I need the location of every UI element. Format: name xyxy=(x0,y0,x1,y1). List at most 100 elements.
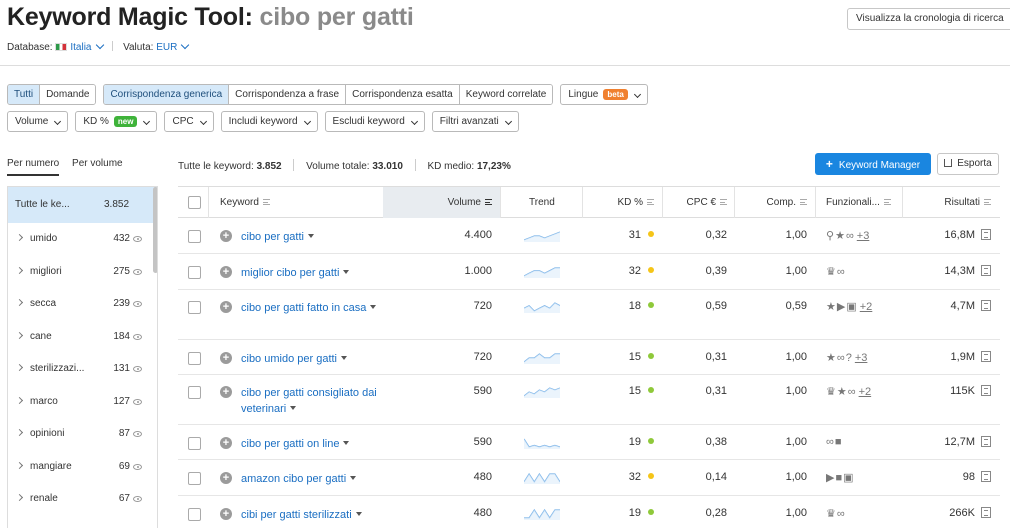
exclude-keywords-dropdown[interactable]: Escludi keyword xyxy=(324,111,425,132)
keyword-link[interactable]: cibo per gatti fatto in casa xyxy=(241,300,391,316)
serp-features[interactable]: ★▶▣ +2 xyxy=(826,300,872,313)
advanced-filters-dropdown[interactable]: Filtri avanzati xyxy=(431,111,519,132)
sidebar-item-secca[interactable]: secca 239 xyxy=(8,288,157,321)
keyword-link[interactable]: cibo per gatti on line xyxy=(241,436,391,452)
column-volume[interactable]: Volume xyxy=(383,187,500,218)
eye-icon[interactable] xyxy=(133,431,142,437)
eye-icon[interactable] xyxy=(133,398,142,405)
broad-match-button[interactable]: Corrispondenza generica xyxy=(104,85,230,104)
row-checkbox[interactable] xyxy=(188,230,201,243)
row-checkbox[interactable] xyxy=(188,301,201,314)
serp-snapshot-icon[interactable] xyxy=(981,436,991,447)
sidebar-item-mangiare[interactable]: mangiare 69 xyxy=(8,451,157,484)
serp-features[interactable]: ★∞? +3 xyxy=(826,351,867,364)
currency-dropdown[interactable]: EUR xyxy=(156,40,190,53)
serp-snapshot-icon[interactable] xyxy=(981,471,991,482)
caret-down-icon[interactable] xyxy=(343,441,350,445)
more-features-link[interactable]: +3 xyxy=(855,352,868,364)
keyword-link[interactable]: cibi per gatti sterilizzati xyxy=(241,507,391,523)
column-cpc[interactable]: CPC € xyxy=(662,187,727,218)
sidebar-scrollbar[interactable] xyxy=(153,187,157,273)
keyword-manager-button[interactable]: + Keyword Manager xyxy=(815,153,931,175)
caret-down-icon[interactable] xyxy=(290,406,297,410)
sidebar-item-sterilizzazi[interactable]: sterilizzazi... 131 xyxy=(8,353,157,386)
column-competition[interactable]: Comp. xyxy=(734,187,807,218)
column-results[interactable]: Risultati xyxy=(902,187,991,218)
include-keywords-dropdown[interactable]: Includi keyword xyxy=(220,111,318,132)
serp-features[interactable]: ♛∞ xyxy=(826,265,846,278)
caret-down-icon[interactable] xyxy=(355,512,362,516)
serp-snapshot-icon[interactable] xyxy=(981,229,991,240)
serp-snapshot-icon[interactable] xyxy=(981,507,991,518)
serp-features[interactable]: ∞■ xyxy=(826,436,843,448)
eye-icon[interactable] xyxy=(133,366,142,372)
add-keyword-icon[interactable]: + xyxy=(220,301,232,313)
cpc-filter-dropdown[interactable]: CPC xyxy=(164,111,214,132)
add-keyword-icon[interactable]: + xyxy=(220,437,232,449)
serp-features[interactable]: ⚲★∞ +3 xyxy=(826,229,869,242)
add-keyword-icon[interactable]: + xyxy=(220,386,232,398)
add-keyword-icon[interactable]: + xyxy=(220,230,232,242)
scope-all-button[interactable]: Tutti xyxy=(8,85,41,104)
row-checkbox[interactable] xyxy=(188,508,201,521)
sidebar-item-umido[interactable]: umido 432 xyxy=(8,223,157,256)
add-keyword-icon[interactable]: + xyxy=(220,266,232,278)
add-keyword-icon[interactable]: + xyxy=(220,352,232,364)
serp-features[interactable]: ♛★∞ +2 xyxy=(826,385,871,398)
more-features-link[interactable]: +2 xyxy=(859,386,872,398)
caret-down-icon[interactable] xyxy=(343,270,350,274)
keyword-link[interactable]: cibo per gatti xyxy=(241,229,391,245)
tab-by-number[interactable]: Per numero xyxy=(7,158,60,176)
export-button[interactable]: Esporta xyxy=(937,153,999,175)
volume-filter-dropdown[interactable]: Volume xyxy=(7,111,69,132)
sidebar-item-cane[interactable]: cane 184 xyxy=(8,321,157,354)
serp-features[interactable]: ▶■▣ xyxy=(826,471,855,484)
serp-snapshot-icon[interactable] xyxy=(981,265,991,276)
add-keyword-icon[interactable]: + xyxy=(220,508,232,520)
languages-dropdown[interactable]: Lingue beta xyxy=(560,84,648,105)
eye-icon[interactable] xyxy=(133,301,142,307)
serp-snapshot-icon[interactable] xyxy=(981,351,991,362)
column-kd[interactable]: KD % xyxy=(582,187,654,218)
related-keywords-button[interactable]: Keyword correlate xyxy=(459,85,553,104)
caret-down-icon[interactable] xyxy=(350,476,357,480)
serp-snapshot-icon[interactable] xyxy=(981,385,991,396)
eye-icon[interactable] xyxy=(133,496,142,502)
keyword-link[interactable]: cibo umido per gatti xyxy=(241,351,391,367)
caret-down-icon[interactable] xyxy=(370,305,377,309)
keyword-link[interactable]: miglior cibo per gatti xyxy=(241,265,391,281)
row-checkbox[interactable] xyxy=(188,266,201,279)
scope-questions-button[interactable]: Domande xyxy=(40,85,96,104)
add-keyword-icon[interactable]: + xyxy=(220,472,232,484)
search-history-button[interactable]: Visualizza la cronologia di ricerca xyxy=(847,8,1010,30)
sidebar-item-opinioni[interactable]: opinioni 87 xyxy=(8,418,157,451)
more-features-link[interactable]: +2 xyxy=(860,301,873,313)
column-keyword[interactable]: Keyword xyxy=(220,187,270,218)
more-features-link[interactable]: +3 xyxy=(857,230,870,242)
kd-filter-dropdown[interactable]: KD % new xyxy=(75,111,158,132)
caret-down-icon[interactable] xyxy=(341,356,347,360)
caret-down-icon[interactable] xyxy=(307,234,314,238)
keyword-link[interactable]: cibo per gatti consigliato dai veterinar… xyxy=(241,385,391,417)
serp-snapshot-icon[interactable] xyxy=(981,300,991,311)
keyword-link[interactable]: amazon cibo per gatti xyxy=(241,471,391,487)
serp-features[interactable]: ♛∞ xyxy=(826,507,846,520)
sidebar-item-all-keywords[interactable]: Tutte le ke... 3.852 xyxy=(8,187,157,223)
phrase-match-button[interactable]: Corrispondenza a frase xyxy=(229,85,347,104)
row-checkbox[interactable] xyxy=(188,472,201,485)
sidebar-item-migliori[interactable]: migliori 275 xyxy=(8,256,157,289)
row-checkbox[interactable] xyxy=(188,352,201,365)
sidebar-item-renale[interactable]: renale 67 xyxy=(8,483,157,516)
eye-icon[interactable] xyxy=(133,236,142,242)
eye-icon[interactable] xyxy=(133,333,142,340)
database-dropdown[interactable]: Italia xyxy=(55,40,104,53)
exact-match-button[interactable]: Corrispondenza esatta xyxy=(346,85,460,104)
row-checkbox[interactable] xyxy=(188,437,201,450)
tab-by-volume[interactable]: Per volume xyxy=(72,158,123,174)
column-serp-features[interactable]: Funzionali... xyxy=(826,187,891,218)
eye-icon[interactable] xyxy=(133,463,142,470)
sidebar-item-marco[interactable]: marco 127 xyxy=(8,386,157,419)
select-all-checkbox[interactable] xyxy=(188,196,201,209)
eye-icon[interactable] xyxy=(133,268,142,275)
row-checkbox[interactable] xyxy=(188,386,201,399)
